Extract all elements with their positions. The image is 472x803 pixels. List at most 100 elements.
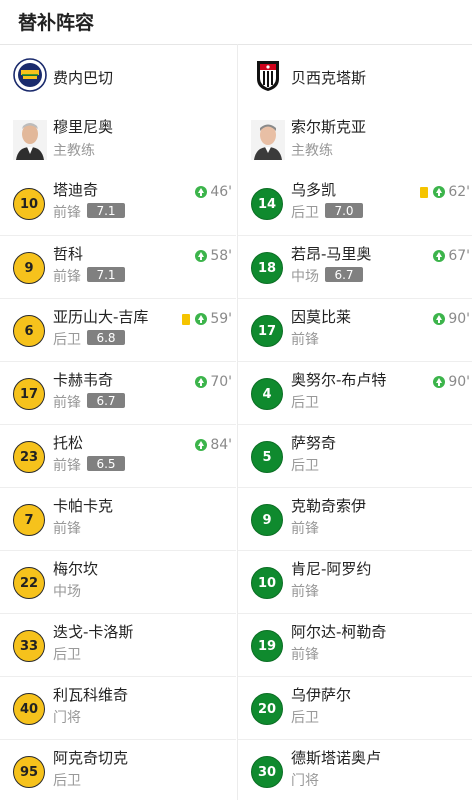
home-team-name[interactable]: 费内巴切 <box>53 67 113 88</box>
yellow-card-icon <box>420 186 429 198</box>
player-name: 梅尔坎 <box>53 560 99 578</box>
player-number-badge: 40 <box>13 693 45 725</box>
home-player-row[interactable]: 7 卡帕卡克 前锋 <box>0 487 236 551</box>
player-position: 前锋 <box>53 458 81 474</box>
away-player-row[interactable]: 17 因莫比莱 前锋 90' <box>238 298 472 362</box>
player-position: 后卫 <box>291 458 319 474</box>
player-number-badge: 95 <box>13 756 45 788</box>
player-name: 利瓦科维奇 <box>53 686 129 704</box>
home-player-row[interactable]: 6 亚历山大-吉库 后卫 6.8 59' <box>0 298 236 362</box>
player-name: 因莫比莱 <box>291 308 352 326</box>
player-number-badge: 18 <box>251 252 283 284</box>
sub-minute: 46' <box>210 184 232 200</box>
substitution-info: 62' <box>420 184 470 200</box>
player-name: 亚历山大-吉库 <box>53 308 149 326</box>
sub-minute: 70' <box>210 374 232 390</box>
player-rating: 7.1 <box>87 267 125 282</box>
away-team-name[interactable]: 贝西克塔斯 <box>291 67 366 88</box>
home-player-row[interactable]: 33 迭戈-卡洛斯 后卫 <box>0 613 236 677</box>
player-rating: 6.8 <box>87 330 125 345</box>
sub-minute: 90' <box>448 311 470 327</box>
substitution-info: 84' <box>195 437 232 453</box>
player-position: 后卫 <box>291 205 319 221</box>
away-coach-avatar[interactable] <box>251 120 285 160</box>
sub-in-arrow-icon <box>195 186 208 198</box>
player-name: 若昂-马里奥 <box>291 245 372 263</box>
player-number-badge: 4 <box>251 378 283 410</box>
player-number-badge: 7 <box>13 504 45 536</box>
away-player-row[interactable]: 5 萨努奇 后卫 <box>238 424 472 488</box>
home-player-row[interactable]: 40 利瓦科维奇 门将 <box>0 676 236 740</box>
sub-in-arrow-icon <box>195 439 208 451</box>
sub-in-arrow-icon <box>433 313 446 325</box>
home-player-row[interactable]: 9 哲科 前锋 7.1 58' <box>0 235 236 299</box>
player-number-badge: 22 <box>13 567 45 599</box>
player-name: 乌多凯 <box>291 181 337 199</box>
player-number-badge: 5 <box>251 441 283 473</box>
player-position: 前锋 <box>53 205 81 221</box>
substitution-info: 90' <box>433 311 470 327</box>
away-player-row[interactable]: 4 奥努尔-布卢特 后卫 90' <box>238 361 472 425</box>
home-coach-name[interactable]: 穆里尼奥 <box>53 116 113 137</box>
sub-in-arrow-icon <box>433 250 446 262</box>
player-name: 卡赫韦奇 <box>53 371 114 389</box>
sub-minute: 58' <box>210 248 232 264</box>
sub-in-arrow-icon <box>195 376 208 388</box>
player-number-badge: 10 <box>251 567 283 599</box>
player-position: 门将 <box>291 773 319 789</box>
player-position: 门将 <box>53 710 81 726</box>
player-name: 萨努奇 <box>291 434 337 452</box>
home-player-row[interactable]: 22 梅尔坎 中场 <box>0 550 236 614</box>
player-name: 乌伊萨尔 <box>291 686 352 704</box>
player-rating: 6.7 <box>325 267 363 282</box>
player-name: 肯尼-阿罗约 <box>291 560 372 578</box>
home-coach-avatar[interactable] <box>13 120 47 160</box>
away-coach-role: 主教练 <box>291 143 333 159</box>
away-player-row[interactable]: 10 肯尼-阿罗约 前锋 <box>238 550 472 614</box>
player-name: 阿尔达-柯勒奇 <box>291 623 387 641</box>
home-player-row[interactable]: 23 托松 前锋 6.5 84' <box>0 424 236 488</box>
player-rating: 6.5 <box>87 456 125 471</box>
home-player-row[interactable]: 17 卡赫韦奇 前锋 6.7 70' <box>0 361 236 425</box>
away-player-row[interactable]: 9 克勒奇索伊 前锋 <box>238 487 472 551</box>
home-player-row[interactable]: 95 阿克奇切克 后卫 <box>0 739 236 803</box>
player-number-badge: 30 <box>251 756 283 788</box>
sub-in-arrow-icon <box>195 313 208 325</box>
player-position: 中场 <box>291 269 319 285</box>
yellow-card-icon <box>182 313 191 325</box>
page-header: 替补阵容 <box>0 0 472 45</box>
sub-minute: 84' <box>210 437 232 453</box>
player-number-badge: 33 <box>13 630 45 662</box>
player-rating: 7.1 <box>87 203 125 218</box>
player-number-badge: 20 <box>251 693 283 725</box>
substitution-info: 90' <box>433 374 470 390</box>
player-position: 后卫 <box>53 773 81 789</box>
away-player-row[interactable]: 30 德斯塔诺奥卢 门将 <box>238 739 472 803</box>
away-coach-name[interactable]: 索尔斯克亚 <box>291 116 366 137</box>
player-position: 中场 <box>53 584 81 600</box>
player-name: 哲科 <box>53 245 84 263</box>
substitution-info: 70' <box>195 374 232 390</box>
player-name: 塔迪奇 <box>53 181 99 199</box>
home-player-row[interactable]: 10 塔迪奇 前锋 7.1 46' <box>0 172 236 235</box>
away-player-row[interactable]: 19 阿尔达-柯勒奇 前锋 <box>238 613 472 677</box>
player-name: 托松 <box>53 434 84 452</box>
sub-minute: 90' <box>448 374 470 390</box>
away-player-row[interactable]: 20 乌伊萨尔 后卫 <box>238 676 472 740</box>
player-name: 卡帕卡克 <box>53 497 114 515</box>
page-title: 替补阵容 <box>18 12 95 34</box>
away-player-row[interactable]: 14 乌多凯 后卫 7.0 62' <box>238 172 472 235</box>
fenerbahce-logo-icon <box>13 58 47 92</box>
sub-in-arrow-icon <box>195 250 208 262</box>
player-position: 前锋 <box>53 521 81 537</box>
sub-in-arrow-icon <box>433 376 446 388</box>
player-number-badge: 6 <box>13 315 45 347</box>
player-name: 迭戈-卡洛斯 <box>53 623 134 641</box>
besiktas-logo-icon <box>257 61 279 91</box>
away-player-row[interactable]: 18 若昂-马里奥 中场 6.7 67' <box>238 235 472 299</box>
substitution-info: 58' <box>195 248 232 264</box>
player-number-badge: 17 <box>251 315 283 347</box>
player-number-badge: 14 <box>251 188 283 220</box>
home-column: 费内巴切 穆里尼奥 主教练 10 塔迪奇 前锋 7.1 46' 9 哲科 前锋 … <box>0 44 236 800</box>
player-position: 后卫 <box>291 710 319 726</box>
